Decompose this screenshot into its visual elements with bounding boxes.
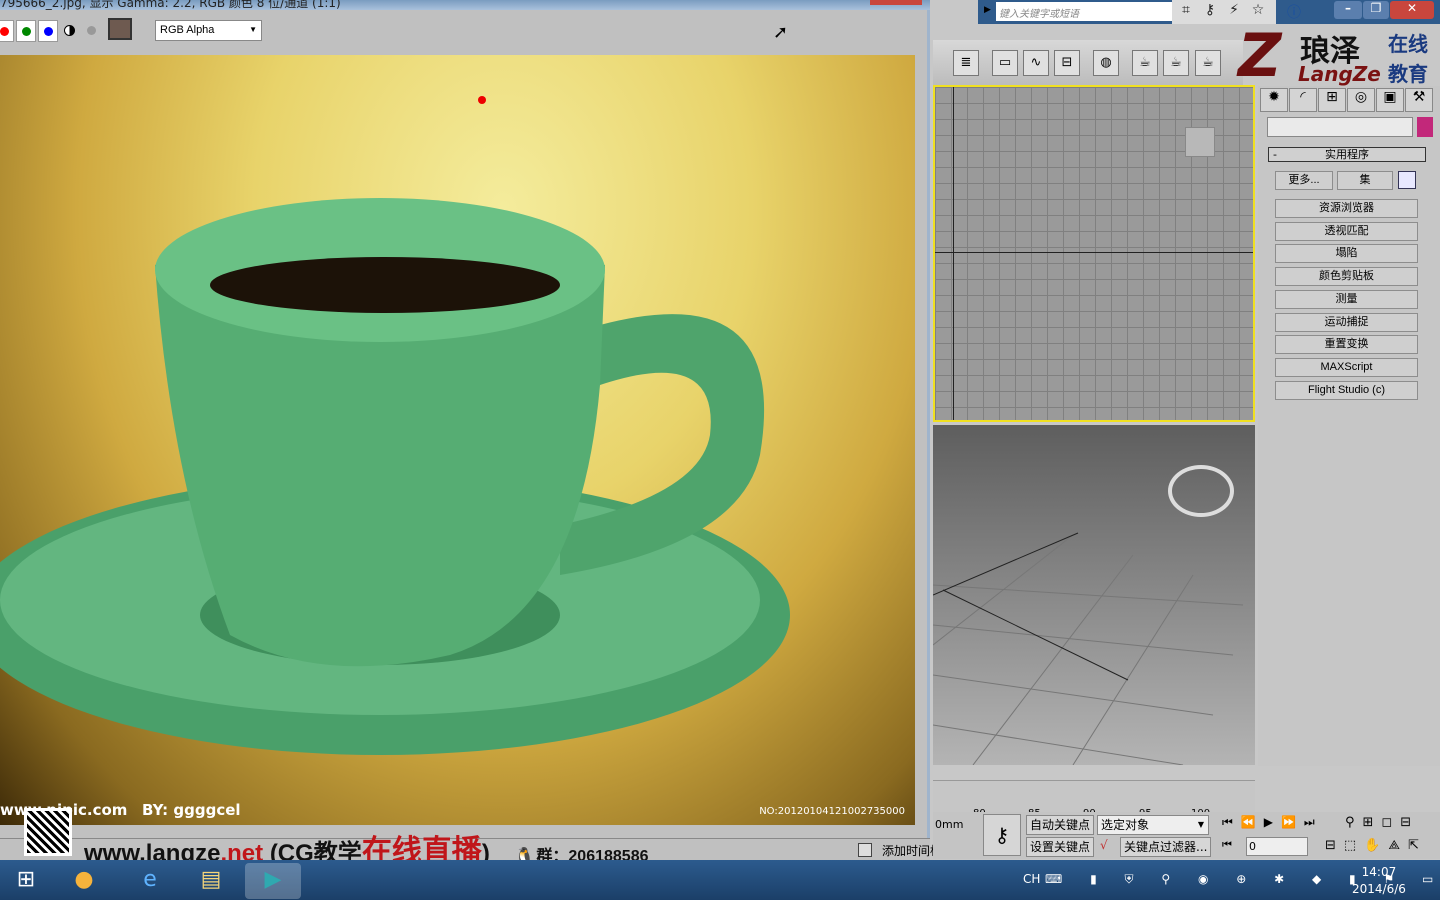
- start-button[interactable]: ⊞: [0, 863, 52, 899]
- blue-channel-toggle[interactable]: [38, 20, 58, 42]
- viewcube-icon[interactable]: [1168, 465, 1234, 517]
- color-swatch[interactable]: [108, 18, 132, 40]
- coffee-cup-image: [0, 96, 790, 755]
- create-tab-icon[interactable]: ✹: [1260, 88, 1288, 112]
- window-title: 795666_2.jpg, 显示 Gamma: 2.2, RGB 颜色 8 位/…: [0, 0, 341, 10]
- logo-sub1: 在线: [1388, 32, 1428, 56]
- chevron-down-icon: ▼: [1197, 820, 1204, 829]
- schematic-icon[interactable]: ⊟: [1054, 50, 1080, 76]
- frame-buffer-titlebar: 795666_2.jpg, 显示 Gamma: 2.2, RGB 颜色 8 位/…: [0, 0, 930, 10]
- red-dot-icon: [0, 27, 9, 36]
- expand-arrow-icon[interactable]: ▶: [984, 5, 991, 15]
- green-channel-toggle[interactable]: [16, 20, 36, 42]
- key-filters-button[interactable]: 关键点过滤器...: [1120, 837, 1212, 857]
- configure-sets-icon[interactable]: [1398, 171, 1416, 189]
- scene-explorer-icon[interactable]: ▭: [992, 50, 1018, 76]
- utility-button[interactable]: 测量: [1275, 290, 1418, 309]
- media-app-icon[interactable]: ●: [56, 863, 112, 899]
- channel-dropdown-value: RGB Alpha: [160, 24, 215, 36]
- curve-editor-icon[interactable]: ∿: [1023, 50, 1049, 76]
- minimize-button[interactable]: –: [1334, 1, 1362, 19]
- modify-tab-icon[interactable]: ◜: [1289, 88, 1317, 112]
- utilities-tab-icon[interactable]: ⚒: [1405, 88, 1433, 112]
- close-button[interactable]: [870, 0, 922, 5]
- mouse-cursor-icon: ➚: [773, 22, 789, 43]
- chevron-down-icon: ▼: [249, 25, 257, 34]
- set-key-button[interactable]: 设置关键点: [1026, 837, 1095, 857]
- grid-units: 0mm: [935, 818, 964, 831]
- langze-logo: Z 琅泽 在线 教育 LangZe: [1238, 21, 1428, 91]
- watermark-author: BY: ggggcel: [142, 801, 241, 819]
- utility-button[interactable]: 重置变换: [1275, 335, 1418, 354]
- mono-toggle-icon[interactable]: [87, 26, 96, 35]
- sets-button[interactable]: 集: [1337, 171, 1393, 190]
- render-frame-icon[interactable]: ☕: [1163, 50, 1189, 76]
- explorer-icon[interactable]: ▤: [183, 863, 239, 899]
- frame-buffer-window: 795666_2.jpg, 显示 Gamma: 2.2, RGB 颜色 8 位/…: [0, 0, 930, 860]
- key-mode-toggle-icon[interactable]: ⏮: [1222, 838, 1232, 852]
- close-max-button[interactable]: ✕: [1390, 1, 1434, 19]
- key-icon[interactable]: ⚷: [1200, 2, 1220, 22]
- image-number: NO:20120104121002735000: [759, 806, 905, 817]
- clock-time: 14:07: [1361, 865, 1397, 879]
- utilities-rollout-header[interactable]: - 实用程序: [1268, 147, 1426, 162]
- channel-dropdown[interactable]: RGB Alpha ▼: [155, 20, 262, 41]
- logo-en: LangZe: [1298, 62, 1381, 86]
- playback-controls[interactable]: ⏮⏪▶⏩⏭: [1222, 815, 1323, 830]
- viewcube-icon[interactable]: [1185, 127, 1215, 157]
- alpha-toggle-icon[interactable]: [64, 25, 75, 36]
- layers-icon[interactable]: ≣: [953, 50, 979, 76]
- pixel-marker: [478, 96, 486, 104]
- clock[interactable]: 14:07 2014/6/6: [1352, 864, 1406, 898]
- clock-date: 2014/6/6: [1352, 882, 1406, 896]
- search-input[interactable]: 键入关键字或短语: [996, 2, 1172, 21]
- satellite-icon[interactable]: ⚡: [1224, 2, 1244, 22]
- material-editor-icon[interactable]: ◍: [1093, 50, 1119, 76]
- utility-button[interactable]: 塌陷: [1275, 244, 1418, 263]
- render-setup-icon[interactable]: ☕: [1132, 50, 1158, 76]
- object-name-field[interactable]: [1267, 117, 1413, 137]
- rollout-title: 实用程序: [1325, 148, 1369, 161]
- utility-button[interactable]: 资源浏览器: [1275, 199, 1418, 218]
- selected-dropdown[interactable]: 选定对象 ▼: [1097, 815, 1209, 835]
- object-color-swatch[interactable]: [1417, 117, 1433, 137]
- red-channel-toggle[interactable]: [0, 20, 14, 42]
- selected-value: 选定对象: [1101, 818, 1150, 832]
- perspective-viewport[interactable]: [933, 425, 1255, 765]
- utility-button[interactable]: 运动捕捉: [1275, 313, 1418, 332]
- more-button[interactable]: 更多...: [1275, 171, 1333, 190]
- 3dsmax-taskbar-icon[interactable]: ▶: [245, 863, 301, 899]
- hierarchy-tab-icon[interactable]: ⊞: [1318, 88, 1346, 112]
- time-tag-icon[interactable]: [858, 843, 872, 857]
- utility-button[interactable]: 颜色剪贴板: [1275, 267, 1418, 286]
- qr-code: [24, 808, 72, 856]
- utility-button[interactable]: 透视匹配: [1275, 222, 1418, 241]
- display-tab-icon[interactable]: ▣: [1376, 88, 1404, 112]
- ie-icon[interactable]: e: [122, 863, 178, 899]
- rendered-image: www.nipic.com BY: ggggcel NO:20120104121…: [0, 55, 915, 825]
- star-icon[interactable]: ☆: [1248, 2, 1268, 22]
- viewport-nav-icons[interactable]: ⚲⊞◻⊟: [1345, 815, 1419, 830]
- help-icon[interactable]: ⓘ: [1284, 2, 1304, 22]
- key-filter-icon: √: [1100, 838, 1108, 852]
- language-indicator[interactable]: CH: [1023, 872, 1040, 886]
- auto-key-button[interactable]: 自动关键点: [1026, 815, 1095, 835]
- viewport-nav-icons-2[interactable]: ⊟⬚✋⟁⇱: [1325, 838, 1427, 853]
- logo-sub2: 教育: [1388, 62, 1428, 86]
- utility-button[interactable]: Flight Studio (c): [1275, 381, 1418, 400]
- blue-dot-icon: [44, 27, 53, 36]
- render-icon[interactable]: ☕: [1195, 50, 1221, 76]
- key-mode-icon[interactable]: ⚷: [983, 814, 1021, 856]
- restore-button[interactable]: ❐: [1363, 1, 1389, 19]
- binoculars-icon[interactable]: ⌗: [1176, 2, 1196, 22]
- top-viewport[interactable]: [933, 85, 1255, 422]
- utility-button[interactable]: MAXScript: [1275, 358, 1418, 377]
- motion-tab-icon[interactable]: ◎: [1347, 88, 1375, 112]
- frame-input[interactable]: 0: [1246, 837, 1308, 856]
- green-dot-icon: [22, 27, 31, 36]
